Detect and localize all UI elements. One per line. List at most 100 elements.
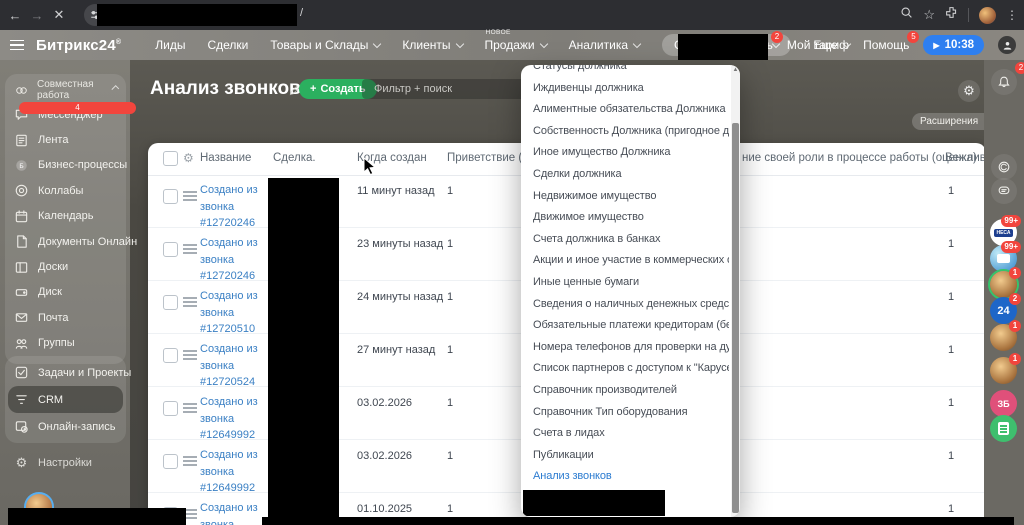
gear-icon: ⚙ xyxy=(15,454,28,470)
back-icon[interactable]: ← xyxy=(4,8,26,23)
new-tag: НОВОЕ xyxy=(485,29,511,36)
extensions-icon[interactable] xyxy=(945,6,958,24)
dropdown-item[interactable]: Справочник производителей xyxy=(521,380,729,402)
collaboration-icon xyxy=(13,84,30,97)
row-checkbox[interactable] xyxy=(163,401,178,416)
sidebar-item-groups[interactable]: Группы xyxy=(5,331,126,356)
user-avatar-icon[interactable] xyxy=(998,36,1016,54)
columns-gear-icon[interactable]: ⚙ xyxy=(183,151,194,165)
sidebar-item-boards[interactable]: Доски xyxy=(5,254,126,279)
drag-handle-icon[interactable] xyxy=(183,456,197,466)
politeness-score: 1 xyxy=(948,238,955,250)
dropdown-item[interactable]: Анализ звонков xyxy=(521,466,729,488)
politeness-score: 1 xyxy=(948,344,955,356)
dropdown-item[interactable]: Статусы должника xyxy=(521,65,729,78)
dropdown-item[interactable]: Недвижимое имущество xyxy=(521,186,729,208)
notifications-bell-icon[interactable]: 2 xyxy=(991,62,1024,95)
nav-clients[interactable]: Клиенты xyxy=(402,38,464,52)
sidebar-group-header[interactable]: Совместная работа xyxy=(5,78,126,102)
dropdown-item[interactable]: Иные ценные бумаги xyxy=(521,272,729,294)
sidebar-item-feed[interactable]: Лента xyxy=(5,127,126,152)
settings-gear-icon[interactable]: ⚙ xyxy=(958,80,980,102)
row-checkbox[interactable] xyxy=(163,189,178,204)
brand-logo[interactable]: Битрикс24® xyxy=(36,37,121,54)
feed-icon xyxy=(13,133,30,148)
dropdown-item[interactable]: Иждивенцы должника xyxy=(521,78,729,100)
drag-handle-icon[interactable] xyxy=(183,297,197,307)
sidebar-item-collabs[interactable]: Коллабы xyxy=(5,178,126,203)
app-badge: 2 xyxy=(1009,293,1021,305)
tasks-icon xyxy=(13,365,30,380)
dropdown-item[interactable]: Акции и иное участие в коммерческих орга… xyxy=(521,250,729,272)
redacted-deal-column xyxy=(268,178,339,518)
dropdown-item[interactable]: Публикации xyxy=(521,445,729,467)
sidebar-item-online-booking[interactable]: Онлайн-запись xyxy=(5,413,126,440)
dropdown-item[interactable]: Сделки должника xyxy=(521,164,729,186)
app-avatar-doc[interactable] xyxy=(990,415,1017,442)
select-all-checkbox[interactable] xyxy=(163,151,178,166)
drag-handle-icon[interactable] xyxy=(183,191,197,201)
dropdown-item[interactable]: Обязательные платежи кредиторам (без пре… xyxy=(521,315,729,337)
contact-avatar[interactable]: 1 xyxy=(990,320,1021,351)
sidebar-item-label: Настройки xyxy=(38,456,92,469)
sidebar-item-calendar[interactable]: Календарь xyxy=(5,204,126,229)
nav-deals[interactable]: Сделки xyxy=(207,38,248,52)
app-avatar-zb[interactable]: ЗБ xyxy=(990,390,1017,417)
row-checkbox[interactable] xyxy=(163,295,178,310)
dropdown-item[interactable]: Сведения о наличных денежных средствах и… xyxy=(521,294,729,316)
groups-icon xyxy=(13,336,30,351)
dropdown-item[interactable]: Алиментные обязательства Должника xyxy=(521,99,729,121)
col-name[interactable]: Название xyxy=(200,152,251,164)
dropdown-item[interactable]: Счета в лидах xyxy=(521,423,729,445)
dropdown-scrollbar[interactable]: ▲ xyxy=(731,65,740,517)
drag-handle-icon[interactable] xyxy=(183,403,197,413)
drag-handle-icon[interactable] xyxy=(183,244,197,254)
sidebar-item-documents[interactable]: Документы Онлайн xyxy=(5,229,137,254)
sidebar-item-crm[interactable]: CRM xyxy=(8,386,123,413)
close-icon[interactable]: ✕ xyxy=(48,7,70,23)
col-role[interactable]: ние своей роли в процессе работы (оценка… xyxy=(742,152,977,164)
browser-menu-icon[interactable]: ⋮ xyxy=(1006,8,1018,22)
boards-icon xyxy=(13,260,30,275)
chat-lines-icon[interactable] xyxy=(991,178,1017,204)
row-checkbox[interactable] xyxy=(163,348,178,363)
browser-profile-avatar[interactable] xyxy=(979,6,996,24)
tariff-button[interactable]: Мой тариф xyxy=(787,38,849,52)
nav-sales[interactable]: НОВОЕ Продажи xyxy=(485,29,548,52)
time-tracker[interactable]: ▶ 10:38 xyxy=(923,35,984,55)
nav-products[interactable]: Товары и Склады xyxy=(270,38,382,52)
dropdown-item[interactable]: Собственность Должника (пригодное для пр… xyxy=(521,121,729,143)
sidebar-item-settings[interactable]: ⚙ Настройки xyxy=(5,450,126,475)
col-politeness[interactable]: Вежлив xyxy=(945,152,986,164)
drag-handle-icon[interactable] xyxy=(183,350,197,360)
dropdown-list: Статусы должника Иждивенцы должника Алимен… xyxy=(521,65,740,516)
forward-icon[interactable]: → xyxy=(26,8,48,23)
sidebar-item-tasks[interactable]: Задачи и Проекты xyxy=(5,359,131,386)
help-button[interactable]: Помощь 5 xyxy=(863,31,920,52)
row-checkbox[interactable] xyxy=(163,454,178,469)
dropdown-item[interactable] xyxy=(523,489,665,516)
dropdown-item[interactable]: Иное имущество Должника xyxy=(521,142,729,164)
dropdown-item[interactable]: Движимое имущество xyxy=(521,207,729,229)
sidebar-item-disk[interactable]: Диск xyxy=(5,280,126,305)
scrollbar-thumb[interactable] xyxy=(732,123,739,513)
row-checkbox[interactable] xyxy=(163,242,178,257)
nav-analytics[interactable]: Аналитика xyxy=(569,38,642,52)
contact-avatar[interactable]: 1 xyxy=(990,353,1021,384)
support-icon[interactable] xyxy=(991,154,1017,180)
bookmark-star-icon[interactable]: ☆ xyxy=(923,7,935,23)
col-deal[interactable]: Сделка. xyxy=(273,152,316,164)
sidebar-item-business-processes[interactable]: Б Бизнес-процессы xyxy=(5,153,127,178)
nav-leads[interactable]: Лиды xyxy=(155,38,185,52)
dropdown-item[interactable]: Список партнеров с доступом к "Карусели … xyxy=(521,358,729,380)
app-badge: 99+ xyxy=(1001,215,1021,227)
dropdown-item[interactable]: Номера телефонов для проверки на дубль xyxy=(521,337,729,359)
zoom-icon[interactable] xyxy=(900,6,913,24)
redacted-bottom-bar xyxy=(262,517,1014,525)
dropdown-item[interactable]: Счета должника в банках xyxy=(521,229,729,251)
menu-burger-icon[interactable] xyxy=(10,39,24,51)
scroll-up-arrow-icon[interactable]: ▲ xyxy=(732,67,739,73)
sidebar-item-messenger[interactable]: 4 Мессенджер xyxy=(5,102,136,127)
sidebar-item-mail[interactable]: Почта xyxy=(5,305,126,330)
dropdown-item[interactable]: Справочник Тип оборудования xyxy=(521,402,729,424)
